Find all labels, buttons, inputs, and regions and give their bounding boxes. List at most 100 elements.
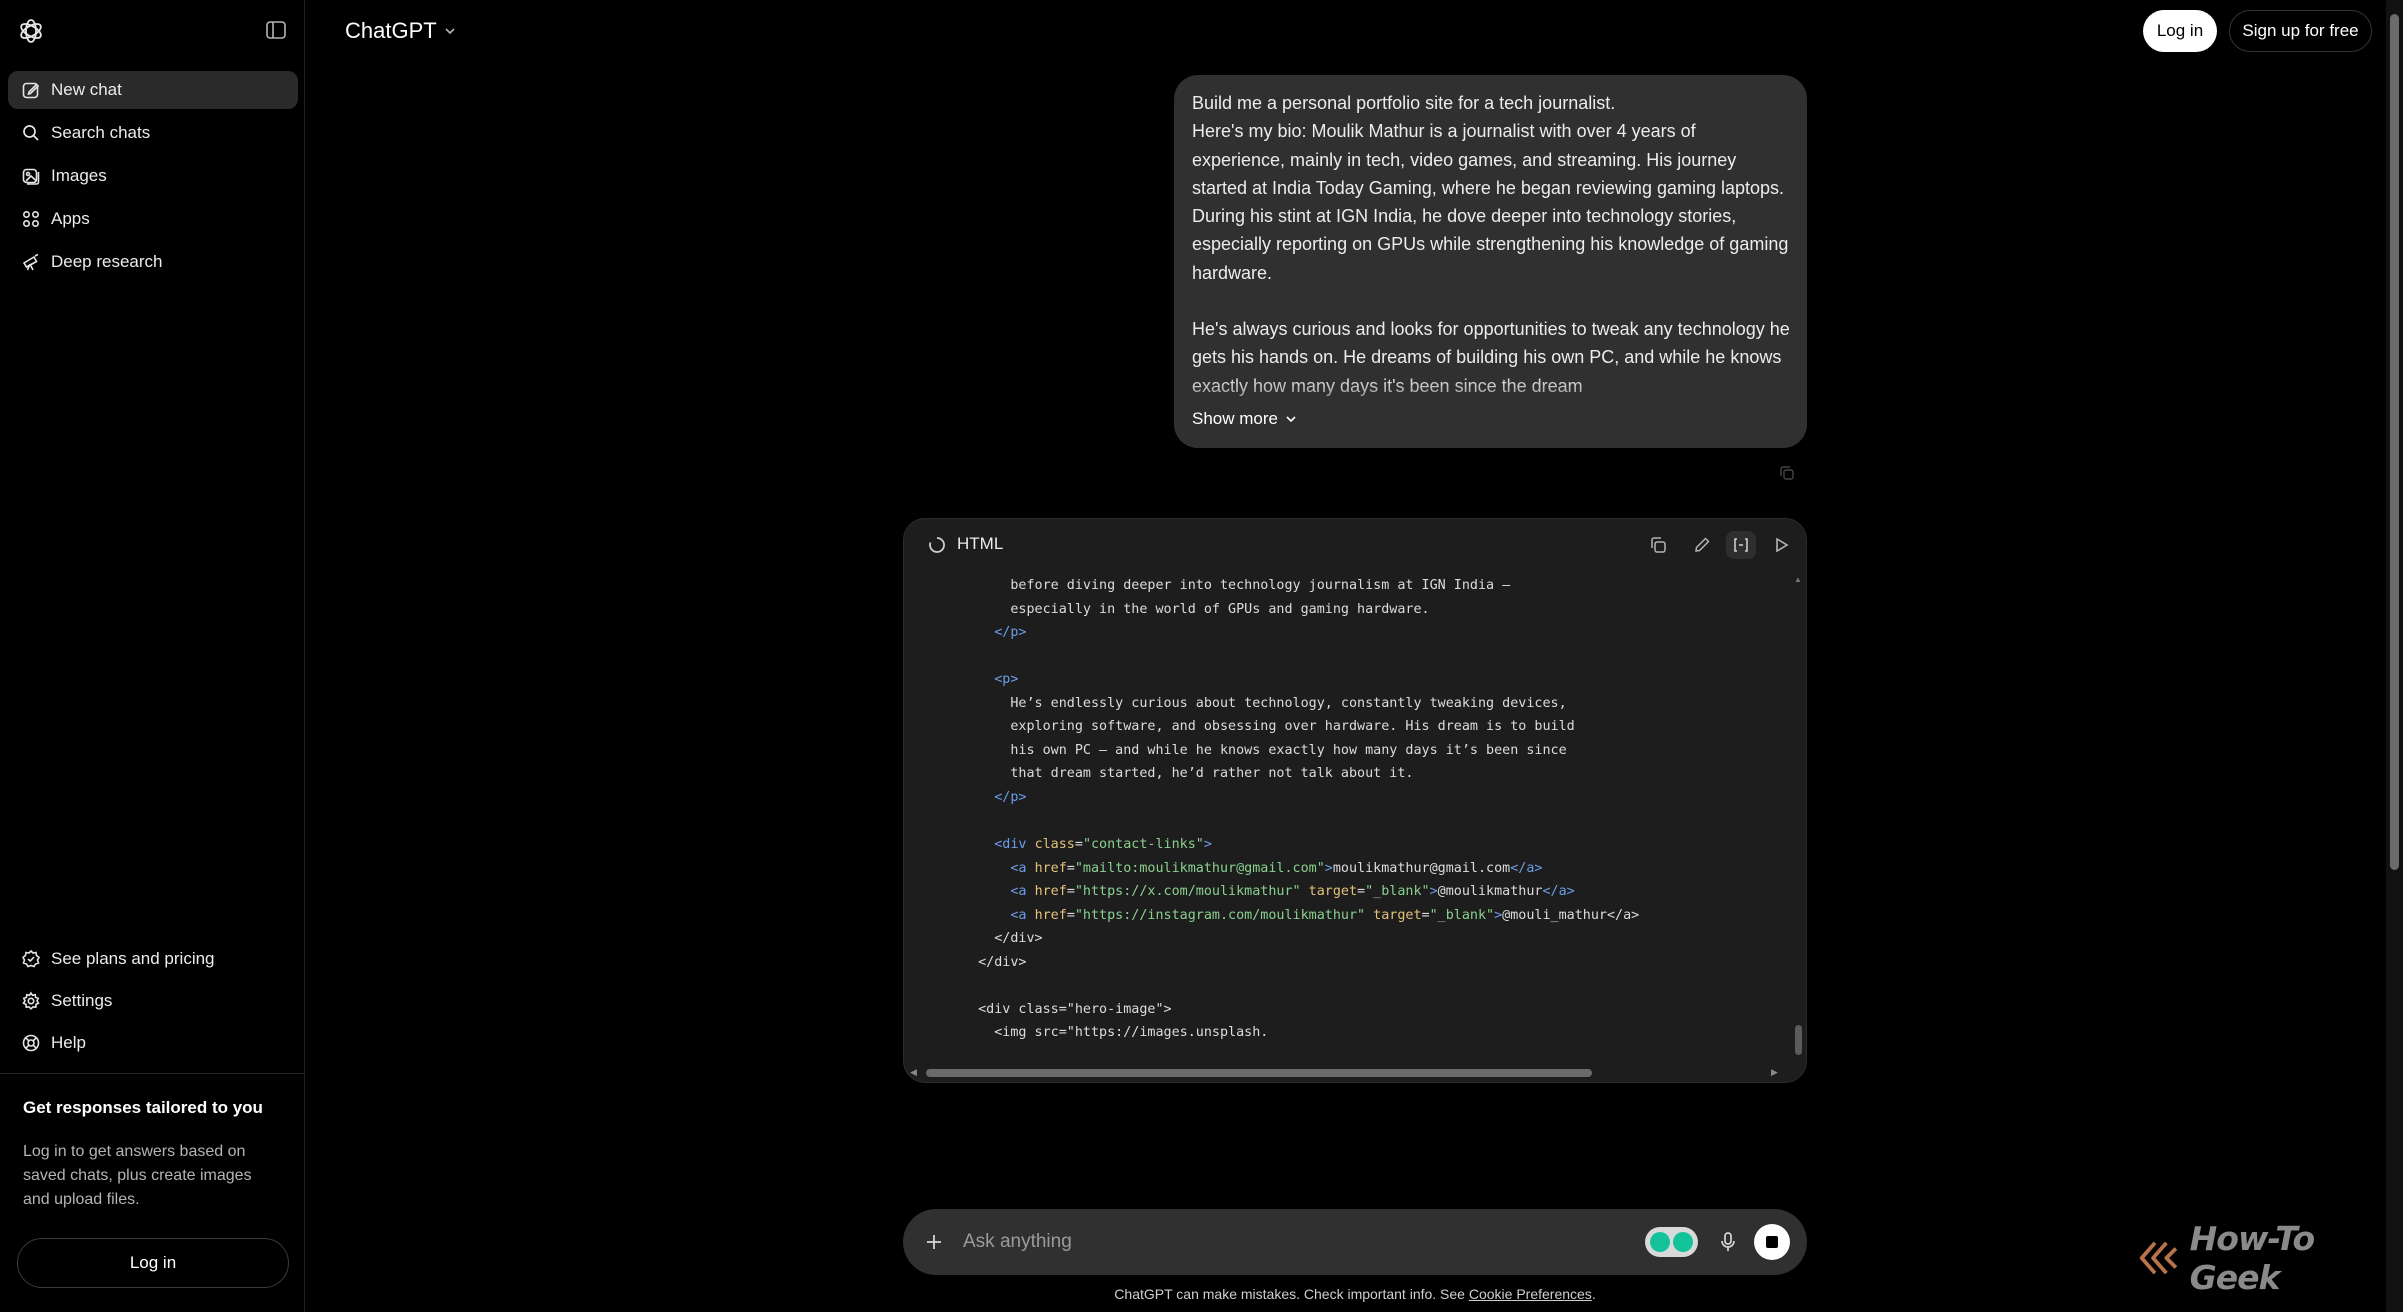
code-token: class (1034, 837, 1075, 853)
code-line: exploring software, and obsessing over h… (962, 719, 1575, 743)
grammarly-icon (1673, 1232, 1693, 1252)
show-more-label: Show more (1192, 409, 1278, 428)
sidebar-item-apps[interactable]: Apps (8, 200, 298, 238)
sidebar-divider (0, 1073, 305, 1074)
code-token: before diving deeper into technology jou… (962, 578, 1511, 593)
code-horizontal-scroll-thumb[interactable] (926, 1069, 1592, 1077)
microphone-icon[interactable] (1715, 1229, 1741, 1255)
sidebar-item-label: Search chats (51, 123, 151, 142)
code-line: </p> (962, 625, 1026, 649)
code-token: </div> (962, 931, 1043, 947)
loading-spinner-icon (929, 537, 945, 553)
apps-icon (22, 210, 40, 228)
sidebar-item-images[interactable]: Images (8, 157, 298, 195)
code-token: > (1324, 860, 1333, 876)
code-token: </div> (962, 954, 1027, 970)
code-content[interactable]: before diving deeper into technology jou… (904, 569, 1794, 1062)
code-token: exploring software, and obsessing over h… (962, 719, 1575, 735)
sidebar-item-new-chat[interactable]: New chat (8, 71, 298, 109)
code-line: </div> (962, 954, 1027, 979)
code-token: href (1034, 907, 1067, 923)
code-token: especially in the world of GPUs and gami… (962, 601, 1430, 617)
sidebar-login-button[interactable]: Log in (17, 1238, 289, 1288)
code-token: <a (962, 907, 1035, 923)
disclaimer-end: . (1591, 1286, 1596, 1302)
watermark-text: How-To Geek (2189, 1219, 2316, 1297)
telescope-icon (22, 253, 39, 271)
code-token: = (1066, 884, 1075, 900)
sidebar-item-label: Apps (51, 209, 90, 228)
copy-icon[interactable] (1778, 464, 1796, 482)
sidebar-item-label: Images (51, 166, 107, 185)
sidebar-item-deep-research[interactable]: Deep research (8, 243, 298, 281)
grammarly-icon (1650, 1232, 1670, 1252)
stop-button[interactable] (1754, 1224, 1790, 1260)
sidebar-item-search-chats[interactable]: Search chats (8, 114, 298, 152)
search-icon (23, 125, 39, 141)
header-login-button[interactable]: Log in (2143, 10, 2217, 52)
code-token: target (1308, 884, 1358, 900)
edit-icon (22, 82, 40, 99)
sidebar-item-plans[interactable]: See plans and pricing (8, 940, 298, 978)
composer (903, 1209, 1807, 1275)
sidebar-item-label: Deep research (51, 252, 163, 271)
code-token: @moulikmathur (1437, 884, 1543, 900)
code-line: <a href="mailto:moulikmathur@gmail.com">… (962, 861, 1542, 885)
code-vertical-scrollbar[interactable] (1792, 569, 1804, 1064)
code-view-icon[interactable] (1726, 531, 1756, 559)
code-line: his own PC — and while he knows exactly … (962, 742, 1567, 767)
copy-code-icon[interactable] (1643, 531, 1673, 559)
sidebar-toggle-icon[interactable] (264, 18, 288, 42)
code-line: <img src="https://images.unsplash. (962, 1025, 1268, 1049)
show-more-button[interactable]: Show more (1192, 409, 1298, 429)
code-token: his own PC — and while he knows exactly … (962, 742, 1567, 758)
ask-input[interactable] (963, 1228, 1563, 1256)
model-selector[interactable]: ChatGPT (345, 18, 457, 44)
scroll-left-arrow-icon[interactable]: ◀ (910, 1067, 917, 1078)
code-line: especially in the world of GPUs and gami… (962, 601, 1430, 626)
scroll-right-arrow-icon[interactable]: ▶ (1771, 1067, 1778, 1078)
grammarly-icon[interactable] (1645, 1227, 1698, 1257)
stop-icon (1766, 1236, 1778, 1248)
sidebar-item-settings[interactable]: Settings (8, 982, 298, 1020)
code-token: target (1373, 907, 1422, 923)
code-token: "https://instagram.com/moulikmathur" (1074, 907, 1366, 923)
code-token: <img src="https://images.unsplash. (962, 1025, 1269, 1041)
edit-code-icon[interactable] (1687, 531, 1717, 559)
code-line: He’s endlessly curious about technology,… (962, 695, 1567, 720)
sidebar-item-label: Settings (51, 991, 113, 1010)
page-scroll-thumb[interactable] (2390, 14, 2399, 870)
code-token: > (1203, 837, 1212, 853)
code-line: <div class="contact-links"> (962, 837, 1212, 861)
images-icon (22, 168, 40, 185)
user-message-paragraph: Build me a personal portfolio site for a… (1192, 93, 1789, 283)
help-icon (22, 1034, 40, 1052)
code-token: = (1357, 884, 1366, 900)
sidebar-item-help[interactable]: Help (8, 1024, 298, 1062)
plans-icon (21, 949, 41, 968)
code-line: <a href="https://instagram.com/moulikmat… (962, 908, 1639, 932)
code-token: </p> (962, 789, 1027, 805)
code-token: > (1494, 907, 1503, 923)
promo-title: Get responses tailored to you (23, 1098, 263, 1117)
code-vertical-scroll-thumb[interactable] (1795, 1025, 1802, 1055)
code-token: = (1066, 907, 1075, 923)
code-token: He’s endlessly curious about technology,… (962, 695, 1567, 711)
code-line: </div> (962, 931, 1043, 955)
scroll-up-arrow-icon[interactable]: ▲ (1794, 575, 1802, 584)
code-token: @mouli_mathur</a> (1502, 907, 1640, 923)
chatgpt-logo-icon[interactable] (16, 16, 46, 46)
plus-icon[interactable] (921, 1229, 947, 1255)
code-token: = (1074, 837, 1083, 853)
code-token: = (1421, 907, 1430, 923)
watermark: How-To Geek (2136, 1219, 2403, 1297)
signup-button[interactable]: Sign up for free (2229, 10, 2372, 52)
how-to-geek-logo-icon (2139, 1241, 2178, 1275)
code-token: <div (962, 837, 1035, 853)
cookie-preferences-link[interactable]: Cookie Preferences (1469, 1286, 1592, 1302)
chevron-down-icon (1286, 416, 1296, 423)
user-message-bubble: Build me a personal portfolio site for a… (1174, 75, 1807, 448)
code-token: <a (962, 884, 1035, 900)
run-preview-icon[interactable] (1766, 531, 1796, 559)
code-language-label: HTML (957, 534, 1004, 553)
